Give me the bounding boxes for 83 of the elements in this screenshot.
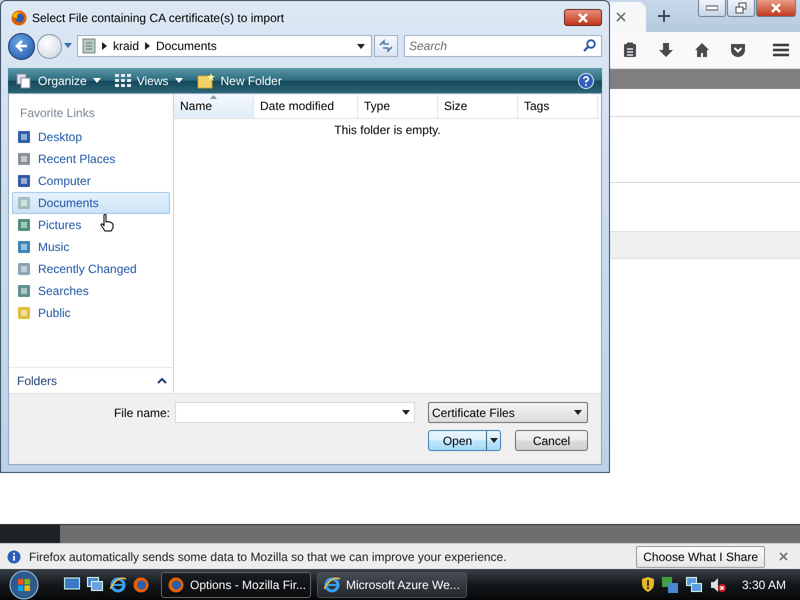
- column-header[interactable]: Tags: [518, 94, 598, 118]
- minimize-icon: [706, 5, 718, 11]
- shield-icon[interactable]: [642, 577, 654, 592]
- restore-button[interactable]: [727, 0, 755, 17]
- hand-cursor-icon: [100, 214, 114, 232]
- network-status-icon[interactable]: [662, 576, 678, 592]
- choose-what-i-share-button[interactable]: Choose What I Share: [636, 546, 765, 568]
- muted-speaker-icon[interactable]: [710, 576, 726, 592]
- history-caret-icon[interactable]: [64, 43, 72, 49]
- windows-logo-icon: [9, 570, 39, 600]
- favorite-link[interactable]: Music: [12, 236, 170, 258]
- browser-e-icon[interactable]: [110, 576, 126, 592]
- favorite-link[interactable]: Documents: [12, 192, 170, 214]
- address-bar[interactable]: kraid Documents: [77, 35, 372, 57]
- restore-icon: [735, 2, 747, 14]
- dropdown-caret-icon[interactable]: [357, 44, 365, 48]
- firefox-icon[interactable]: [133, 576, 149, 592]
- menu-icon[interactable]: [772, 42, 790, 58]
- browser-e-icon: [324, 576, 340, 592]
- grid-icon: [114, 74, 131, 88]
- cancel-button[interactable]: Cancel: [515, 430, 588, 451]
- close-icon[interactable]: [616, 12, 626, 22]
- breadcrumb-item[interactable]: kraid: [113, 39, 140, 53]
- toolbar-button[interactable]: Organize: [16, 72, 101, 88]
- home-icon[interactable]: [694, 42, 710, 58]
- close-icon[interactable]: [779, 552, 788, 561]
- column-header[interactable]: Date modified: [254, 94, 358, 118]
- chevron-icon: [145, 42, 150, 50]
- firefox-icon: [168, 576, 184, 592]
- dropdown-caret-icon[interactable]: [402, 410, 410, 415]
- favorite-link[interactable]: Pictures: [12, 214, 170, 236]
- browser-tab[interactable]: [610, 2, 646, 32]
- column-header[interactable]: Name: [174, 94, 254, 118]
- close-icon: [770, 3, 782, 13]
- switch-windows-icon[interactable]: [87, 576, 103, 590]
- minimize-button[interactable]: [698, 0, 726, 17]
- refresh-icon: [378, 39, 394, 53]
- new-tab-icon[interactable]: [658, 10, 670, 22]
- dialog-title: Select File containing CA certificate(s) to import: [32, 10, 284, 24]
- favorite-link[interactable]: Recent Places: [12, 148, 170, 170]
- search-field[interactable]: Search: [404, 35, 602, 57]
- refresh-button[interactable]: [374, 35, 398, 57]
- file-type-dropdown[interactable]: Certificate Files: [428, 402, 588, 423]
- help-icon[interactable]: [578, 72, 594, 88]
- new-folder-icon: [196, 72, 214, 88]
- taskbar-button[interactable]: Microsoft Azure We...: [317, 572, 467, 598]
- chevron-icon: [102, 42, 107, 50]
- column-header[interactable]: Size: [438, 94, 518, 118]
- taskbar-button[interactable]: Options - Mozilla Fir...: [161, 572, 311, 598]
- chevron-up-icon: [157, 377, 167, 384]
- network-icon[interactable]: [686, 576, 702, 592]
- reading-list-icon[interactable]: [622, 42, 638, 58]
- favorite-link[interactable]: Public: [12, 302, 170, 324]
- favorite-link[interactable]: Recently Changed: [12, 258, 170, 280]
- download-icon[interactable]: [658, 42, 674, 58]
- close-button[interactable]: [564, 9, 602, 26]
- back-button[interactable]: [8, 32, 35, 60]
- section-heading: Favorite Links: [20, 106, 96, 120]
- info-icon: [7, 550, 21, 564]
- breadcrumb-item[interactable]: Documents: [156, 39, 217, 53]
- clock[interactable]: 3:30 AM: [742, 578, 786, 592]
- firefox-icon: [11, 10, 27, 26]
- field-label: File name:: [114, 406, 170, 420]
- background-window: [0, 525, 60, 543]
- caret-icon: [490, 438, 498, 443]
- toolbar-button[interactable]: Views: [114, 74, 182, 88]
- caret-icon: [574, 410, 582, 415]
- search-icon[interactable]: [583, 39, 596, 52]
- pages-icon: [16, 72, 32, 88]
- pocket-icon[interactable]: [730, 42, 746, 58]
- file-name-field[interactable]: [175, 402, 415, 423]
- open-button[interactable]: Open: [428, 430, 501, 451]
- favorite-link[interactable]: Searches: [12, 280, 170, 302]
- empty-message: This folder is empty.: [334, 123, 441, 137]
- column-header[interactable]: Type: [358, 94, 438, 118]
- notification-message: Firefox automatically sends some data to Mozilla so that we can improve your experience.: [29, 550, 508, 564]
- favorite-link[interactable]: Desktop: [12, 126, 170, 148]
- close-button[interactable]: [756, 0, 796, 17]
- close-icon: [576, 12, 590, 22]
- favorite-link[interactable]: Computer: [12, 170, 170, 192]
- back-arrow-icon: [14, 39, 28, 53]
- show-desktop-icon[interactable]: [64, 576, 80, 590]
- toolbar-button[interactable]: New Folder: [196, 72, 282, 88]
